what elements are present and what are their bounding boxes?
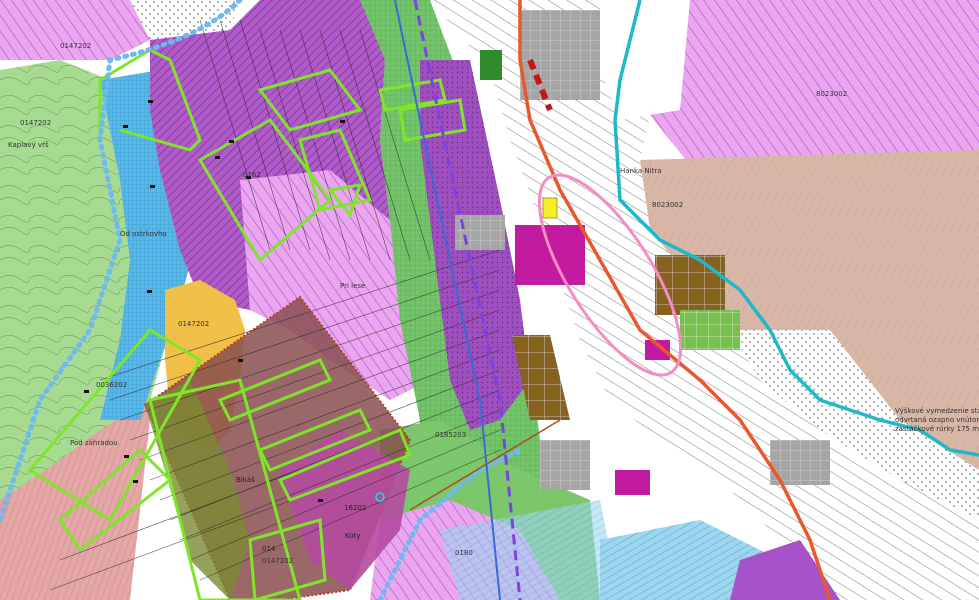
map-canvas[interactable]: Kaplavý vŕš 0147202 0147202 0147202 0147… — [0, 0, 979, 600]
label-kuty: Kúty — [345, 532, 361, 540]
label-014: 014 — [262, 545, 276, 553]
label-16202: 16202 — [344, 504, 366, 512]
zone-northwest-violet[interactable] — [0, 0, 150, 60]
label-8023002-top: 8023002 — [816, 90, 847, 98]
grey-block-south[interactable] — [540, 440, 590, 490]
label-0180: 0180 — [455, 549, 473, 557]
label-code-top: 0147202 — [60, 42, 91, 50]
grey-block-north[interactable] — [520, 10, 600, 100]
zoning-map[interactable]: Kaplavý vŕš 0147202 0147202 0147202 0147… — [0, 0, 979, 600]
green-block-north[interactable] — [480, 50, 502, 80]
magenta-block-center[interactable] — [515, 225, 585, 285]
magenta-block-south[interactable] — [615, 470, 650, 495]
label-code-bottom: 0147202 — [262, 557, 293, 565]
label-0185203: 0185203 — [435, 431, 466, 439]
label-pod-zahradou: Pod záhradou — [70, 439, 118, 447]
label-8023002-mid: 8023002 — [652, 201, 683, 209]
label-vymedzenie-1: Výškové vymedzenie starého — [895, 407, 979, 415]
label-pri-lese: Pri lese — [340, 282, 365, 290]
label-od-ostrkovho: Od ostrkovho — [120, 230, 167, 238]
label-code-left: 0147202 — [20, 119, 51, 127]
label-kaplavy: Kaplavý vŕš — [8, 141, 49, 149]
green-block-east[interactable] — [680, 310, 740, 350]
label-0162: 0162 — [243, 171, 261, 179]
brown-block-east[interactable] — [655, 255, 725, 315]
label-vymedzenie-2: odvrtaná ozapno vnútorné — [895, 416, 979, 424]
label-vymedzenie-3: zastáčkové rúrky 175 m.n.m. — [895, 425, 979, 433]
zone-white-ne — [600, 0, 690, 120]
yellow-plot[interactable] — [542, 197, 558, 219]
label-bikas: Bikáš — [236, 476, 255, 484]
label-code-mid: 0147202 — [178, 320, 209, 328]
label-nitra: Hanka Nitra — [620, 167, 662, 175]
label-0036202: 0036202 — [96, 381, 127, 389]
